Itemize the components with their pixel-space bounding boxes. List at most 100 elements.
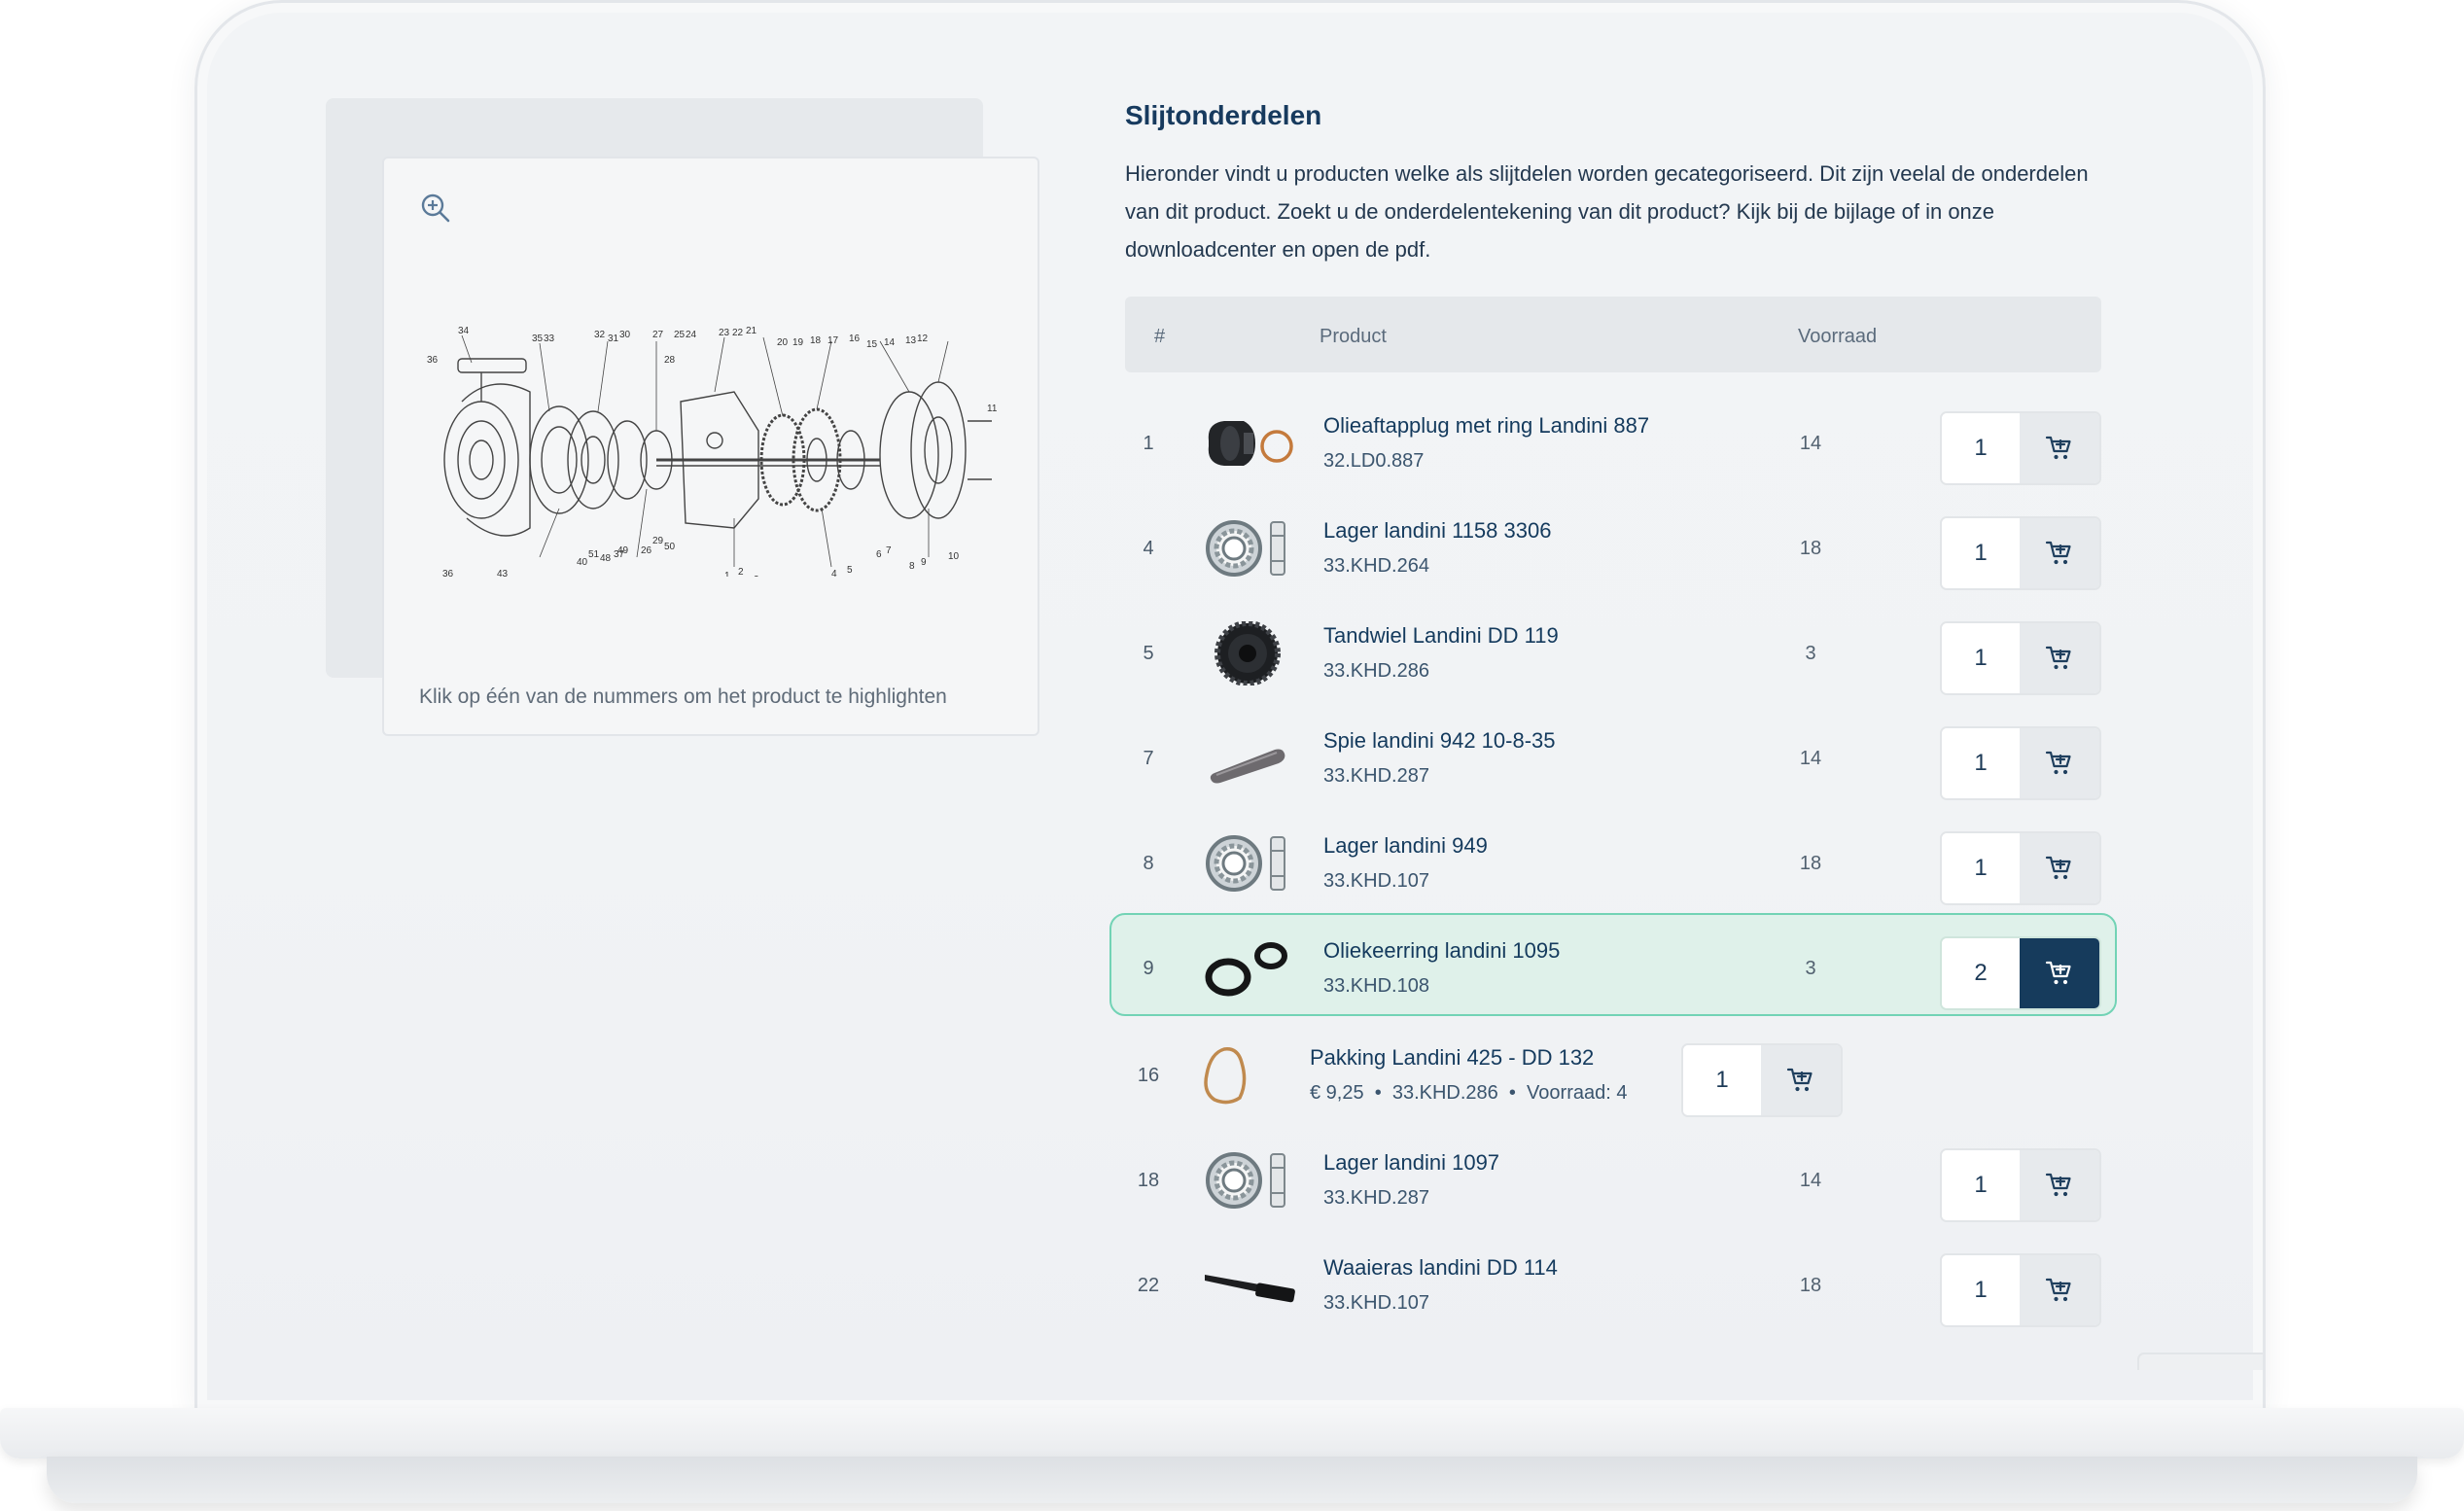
product-sku: 33.KHD.286 xyxy=(1323,660,1429,682)
quantity-control: 1 xyxy=(1681,1043,1843,1117)
table-row[interactable]: 18 Lager landini 1097 33.KHD.287 14 1 xyxy=(1125,1129,2101,1232)
product-name[interactable]: Waaieras landini DD 114 xyxy=(1323,1255,1558,1281)
svg-text:23: 23 xyxy=(719,328,730,338)
add-to-cart-button[interactable] xyxy=(2020,938,2099,1008)
row-number: 18 xyxy=(1137,1170,1160,1191)
product-name[interactable]: Lager landini 1097 xyxy=(1323,1150,1499,1176)
stock-count: 18 xyxy=(1799,1275,1822,1296)
content-section: Slijtonderdelen Hieronder vindt u produc… xyxy=(1125,100,2127,268)
table-row[interactable]: 16 Pakking Landini 425 - DD 132 € 9,25 •… xyxy=(1125,1024,2101,1127)
product-name[interactable]: Lager landini 1158 3306 xyxy=(1323,518,1551,544)
row-number: 7 xyxy=(1143,748,1154,769)
row-number: 5 xyxy=(1143,643,1154,664)
quantity-input[interactable]: 1 xyxy=(1942,728,2020,798)
svg-text:10: 10 xyxy=(948,551,960,562)
table-row[interactable]: 7 Spie landini 942 10-8-35 33.KHD.287 14… xyxy=(1125,707,2101,810)
svg-text:13: 13 xyxy=(905,335,917,346)
table-row[interactable]: 8 Lager landini 949 33.KHD.107 18 1 xyxy=(1125,812,2101,915)
stock-count: 3 xyxy=(1805,958,1816,979)
quantity-control: 1 xyxy=(1940,1253,2101,1327)
quantity-input[interactable]: 1 xyxy=(1942,413,2020,483)
row-number: 16 xyxy=(1137,1065,1160,1086)
svg-text:43: 43 xyxy=(497,569,509,577)
exploded-parts-drawing[interactable]: 343635 33 32 31 30 27 25 24 23 22 2120 19 18 17 16… xyxy=(423,324,997,577)
add-to-cart-button[interactable] xyxy=(2020,518,2099,588)
add-to-cart-icon xyxy=(2044,748,2075,779)
table-row[interactable]: 22 Waaieras landini DD 114 33.KHD.107 18… xyxy=(1125,1234,2101,1337)
add-to-cart-button[interactable] xyxy=(2020,1255,2099,1325)
add-to-cart-icon xyxy=(2044,958,2075,989)
product-sku: 33.KHD.264 xyxy=(1323,555,1429,577)
product-name[interactable]: Lager landini 949 xyxy=(1323,833,1488,859)
product-name[interactable]: Tandwiel Landini DD 119 xyxy=(1323,623,1559,649)
product-name[interactable]: Olieaftapplug met ring Landini 887 xyxy=(1323,413,1649,439)
add-to-cart-button[interactable] xyxy=(2020,623,2099,693)
stock-count: 18 xyxy=(1799,853,1822,874)
header-product: Product xyxy=(1320,326,1387,347)
next-row-quantity-control-partial xyxy=(2137,1353,2263,1370)
svg-text:28: 28 xyxy=(664,355,676,366)
svg-text:48: 48 xyxy=(600,553,612,564)
add-to-cart-icon xyxy=(2044,433,2075,464)
table-row[interactable]: 5 Tandwiel Landini DD 119 33.KHD.286 3 1 xyxy=(1125,602,2101,705)
product-price: € 9,25 xyxy=(1310,1082,1364,1104)
add-to-cart-button[interactable] xyxy=(2020,728,2099,798)
header-num: # xyxy=(1154,326,1166,347)
stock-count: 14 xyxy=(1799,1170,1822,1191)
laptop-screen: 34 36 35 33 32 31 30 27 25 24 23 22 21 20 19 18 17 16… xyxy=(194,0,2266,1410)
quantity-input[interactable]: 1 xyxy=(1942,1150,2020,1220)
bearing-icon xyxy=(1201,516,1298,580)
add-to-cart-button[interactable] xyxy=(2020,833,2099,903)
row-number: 4 xyxy=(1143,538,1154,559)
product-sku: 33.KHD.108 xyxy=(1323,975,1429,997)
quantity-input[interactable]: 1 xyxy=(1942,833,2020,903)
bearing-icon xyxy=(1201,1148,1298,1212)
zoom-in-icon[interactable] xyxy=(419,192,452,225)
svg-text:29: 29 xyxy=(652,536,664,546)
add-to-cart-icon xyxy=(1785,1065,1816,1096)
add-to-cart-icon xyxy=(2044,853,2075,884)
product-name[interactable]: Spie landini 942 10-8-35 xyxy=(1323,728,1556,754)
svg-text:40: 40 xyxy=(577,557,588,568)
meta-separator: • xyxy=(1503,1082,1528,1104)
svg-text:30: 30 xyxy=(619,330,631,340)
quantity-input[interactable]: 1 xyxy=(1942,623,2020,693)
row-number: 22 xyxy=(1137,1275,1160,1296)
quantity-input[interactable]: 1 xyxy=(1942,518,2020,588)
row-number: 9 xyxy=(1143,958,1154,979)
table-row-highlighted[interactable]: 9 Oliekeerring landini 1095 33.KHD.108 3… xyxy=(1109,913,2117,1020)
svg-text:20: 20 xyxy=(777,337,789,348)
product-name[interactable]: Pakking Landini 425 - DD 132 xyxy=(1310,1045,1594,1071)
svg-text:15: 15 xyxy=(866,339,878,350)
shaft-icon xyxy=(1205,1275,1295,1303)
svg-text:12: 12 xyxy=(917,334,929,344)
svg-text:2: 2 xyxy=(738,567,744,577)
quantity-control: 2 xyxy=(1940,936,2101,1010)
section-title: Slijtonderdelen xyxy=(1125,100,1322,130)
svg-text:3: 3 xyxy=(754,575,759,577)
header-stock: Voorraad xyxy=(1798,326,1878,347)
laptop-base-shadow xyxy=(47,1457,2417,1503)
product-name[interactable]: Oliekeerring landini 1095 xyxy=(1323,938,1560,964)
table-row[interactable]: 1 Olieaftapplug met ring Landini 887 32.… xyxy=(1125,392,2101,495)
plug-ring-icon xyxy=(1208,421,1293,466)
stock-count: 14 xyxy=(1799,748,1822,769)
svg-text:7: 7 xyxy=(886,545,892,556)
section-description: Hieronder vindt u producten welke als sl… xyxy=(1125,161,2089,262)
svg-text:22: 22 xyxy=(732,328,744,338)
svg-text:34: 34 xyxy=(458,326,470,336)
drawing-hint: Klik op één van de nummers om het produc… xyxy=(419,685,947,708)
product-sku: 33.KHD.107 xyxy=(1323,1292,1429,1314)
svg-text:36: 36 xyxy=(442,569,454,577)
quantity-input[interactable]: 2 xyxy=(1942,938,2020,1008)
quantity-input[interactable]: 1 xyxy=(1683,1045,1761,1115)
svg-text:25: 25 xyxy=(674,330,686,340)
stock-count: 3 xyxy=(1805,643,1816,664)
add-to-cart-button[interactable] xyxy=(2020,1150,2099,1220)
add-to-cart-icon xyxy=(2044,1170,2075,1201)
svg-text:16: 16 xyxy=(849,334,861,344)
quantity-input[interactable]: 1 xyxy=(1942,1255,2020,1325)
table-row[interactable]: 4 Lager landini 1158 3306 33.KHD.264 18 … xyxy=(1125,497,2101,600)
add-to-cart-button[interactable] xyxy=(1761,1045,1841,1115)
add-to-cart-button[interactable] xyxy=(2020,413,2099,483)
